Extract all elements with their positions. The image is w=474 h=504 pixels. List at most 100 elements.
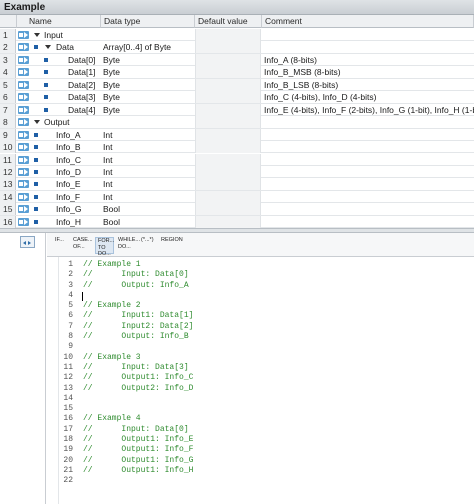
parameter-data-type[interactable]: Array[0..4] of Byte: [101, 41, 195, 53]
parameter-default-value[interactable]: [195, 103, 261, 116]
parameter-default-value[interactable]: [195, 178, 261, 191]
parameter-comment[interactable]: [262, 203, 474, 215]
interface-row[interactable]: 10 Info_B Int: [0, 141, 474, 154]
column-default-value[interactable]: Default value: [195, 15, 262, 28]
code-line[interactable]: 7 // Input2: Data[2]: [59, 322, 474, 332]
parameter-name[interactable]: Info_G: [56, 203, 101, 215]
code-lines[interactable]: 1 // Example 1 2 // Input: Data[0] 3 // Outpu…: [59, 260, 474, 487]
parameter-name[interactable]: Info_A: [56, 129, 101, 141]
code-line[interactable]: 15: [59, 404, 474, 414]
code-line[interactable]: 13 // Output2: Info_D: [59, 384, 474, 394]
expand-arrow-icon[interactable]: [34, 120, 40, 125]
code-text[interactable]: // Output1: Info_G: [83, 456, 193, 466]
interface-row[interactable]: 15 Info_G Bool: [0, 203, 474, 216]
interface-row[interactable]: 8 Output: [0, 116, 474, 129]
parameter-default-value[interactable]: [195, 190, 261, 203]
parameter-name[interactable]: Info_E: [56, 178, 101, 190]
code-line[interactable]: 10 // Example 3: [59, 353, 474, 363]
parameter-comment[interactable]: [262, 116, 474, 128]
code-line[interactable]: 16 // Example 4: [59, 414, 474, 424]
parameter-name[interactable]: Output: [44, 116, 101, 128]
interface-row[interactable]: 3 Data[0] Byte Info_A (8-bits): [0, 53, 474, 67]
parameter-comment[interactable]: [262, 129, 474, 141]
code-line[interactable]: 3 // Output: Info_A: [59, 281, 474, 291]
column-data-type[interactable]: Data type: [101, 15, 195, 28]
code-text[interactable]: // Example 4: [83, 414, 141, 424]
parameter-default-value[interactable]: [195, 153, 261, 166]
parameter-name[interactable]: Info_B: [56, 141, 101, 153]
parameter-data-type[interactable]: Byte: [101, 66, 195, 78]
parameter-comment[interactable]: [262, 141, 474, 153]
code-line[interactable]: 5 // Example 2: [59, 301, 474, 311]
parameter-name[interactable]: Data[4]: [68, 104, 101, 116]
code-line[interactable]: 1 // Example 1: [59, 260, 474, 270]
interface-row[interactable]: 14 Info_F Int: [0, 190, 474, 204]
code-text[interactable]: // Example 3: [83, 353, 141, 363]
code-text[interactable]: // Output1: Info_F: [83, 445, 193, 455]
parameter-default-value[interactable]: [195, 66, 261, 79]
parameter-data-type[interactable]: Int: [101, 191, 195, 203]
code-text[interactable]: // Input: Data[0]: [83, 425, 189, 435]
parameter-default-value[interactable]: [195, 91, 261, 104]
parameter-comment[interactable]: [262, 191, 474, 203]
code-text[interactable]: // Output: Info_B: [83, 332, 189, 342]
code-line[interactable]: 14: [59, 394, 474, 404]
expand-collapse-icon[interactable]: [20, 236, 35, 248]
parameter-default-value[interactable]: [195, 41, 261, 54]
interface-row[interactable]: 6 Data[3] Byte Info_C (4-bits), Info_D (4-b…: [0, 91, 474, 104]
code-line[interactable]: 19 // Output1: Info_F: [59, 445, 474, 455]
parameter-data-type[interactable]: Int: [101, 141, 195, 153]
parameter-default-value[interactable]: [195, 203, 261, 216]
code-text[interactable]: // Output1: Info_H: [83, 466, 193, 476]
column-name[interactable]: Name: [17, 15, 101, 28]
parameter-default-value[interactable]: [195, 165, 261, 178]
toolbar-button[interactable]: CASE... OF...: [71, 237, 93, 254]
code-text[interactable]: // Output2: Info_D: [83, 384, 193, 394]
parameter-comment[interactable]: Info_B_MSB (8-bits): [262, 66, 474, 78]
parameter-name[interactable]: Info_H: [56, 216, 101, 228]
code-line[interactable]: 12 // Output1: Info_C: [59, 373, 474, 383]
parameter-default-value[interactable]: [195, 141, 261, 154]
interface-row[interactable]: 12 Info_D Int: [0, 165, 474, 179]
toolbar-button[interactable]: REGION: [159, 237, 183, 254]
interface-row[interactable]: 9 Info_A Int: [0, 128, 474, 142]
code-line[interactable]: 11 // Input: Data[3]: [59, 363, 474, 373]
parameter-data-type[interactable]: Byte: [101, 79, 195, 91]
parameter-comment[interactable]: Info_C (4-bits), Info_D (4-bits): [262, 91, 474, 103]
parameter-comment[interactable]: Info_E (4-bits), Info_F (2-bits), Info_G…: [262, 104, 474, 116]
code-text[interactable]: // Example 2: [83, 301, 141, 311]
parameter-comment[interactable]: Info_B_LSB (8-bits): [262, 79, 474, 91]
parameter-data-type[interactable]: Bool: [101, 216, 195, 228]
toolbar-button[interactable]: IF...: [53, 237, 69, 254]
code-text[interactable]: // Output1: Info_E: [83, 435, 193, 445]
code-line[interactable]: 4: [59, 291, 474, 301]
parameter-comment[interactable]: Info_A (8-bits): [262, 54, 474, 66]
parameter-comment[interactable]: [262, 154, 474, 166]
code-line[interactable]: 6 // Input1: Data[1]: [59, 311, 474, 321]
parameter-name[interactable]: Data[3]: [68, 91, 101, 103]
parameter-name[interactable]: Info_C: [56, 154, 101, 166]
parameter-name[interactable]: Data[0]: [68, 54, 101, 66]
code-line[interactable]: 22: [59, 476, 474, 486]
code-line[interactable]: 9: [59, 342, 474, 352]
parameter-default-value[interactable]: [195, 215, 261, 228]
parameter-comment[interactable]: [262, 41, 474, 53]
code-text[interactable]: // Output1: Info_C: [83, 373, 193, 383]
parameter-data-type[interactable]: Byte: [101, 91, 195, 103]
parameter-comment[interactable]: [262, 166, 474, 178]
parameter-data-type[interactable]: Byte: [101, 54, 195, 66]
code-line[interactable]: 2 // Input: Data[0]: [59, 270, 474, 280]
parameter-data-type[interactable]: Int: [101, 154, 195, 166]
parameter-default-value[interactable]: [195, 128, 261, 141]
parameter-data-type[interactable]: [101, 29, 195, 41]
expand-arrow-icon[interactable]: [45, 45, 51, 50]
parameter-data-type[interactable]: Byte: [101, 104, 195, 116]
parameter-name[interactable]: Data[2]: [68, 79, 101, 91]
interface-row[interactable]: 1 Input: [0, 29, 474, 42]
toolbar-button[interactable]: FOR... TO DO...: [95, 237, 114, 257]
parameter-default-value[interactable]: [195, 53, 261, 66]
parameter-data-type[interactable]: Int: [101, 178, 195, 190]
parameter-name[interactable]: Input: [44, 29, 101, 41]
parameter-default-value[interactable]: [195, 116, 261, 129]
toolbar-button[interactable]: WHILE... DO...: [116, 237, 140, 254]
